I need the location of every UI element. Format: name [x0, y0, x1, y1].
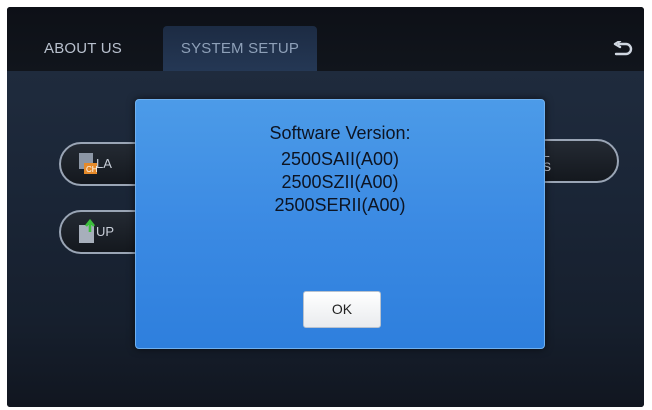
language-button-label: LA [96, 156, 112, 171]
ok-button[interactable]: OK [303, 291, 381, 328]
back-arrow-icon[interactable] [613, 41, 633, 59]
tab-system-setup[interactable]: SYSTEM SETUP [163, 26, 317, 72]
tab-bar: ABOUT US SYSTEM SETUP [7, 7, 644, 72]
device-screen: ABOUT US SYSTEM SETUP CH LA UP AL [7, 7, 644, 407]
version-line-1: 2500SAII(A00) [280, 149, 400, 169]
dialog-title: Software Version: [269, 123, 411, 143]
version-line-3: 2500SERII(A00) [274, 195, 406, 215]
version-dialog: Software Version: 2500SAII(A00) 2500SZII… [135, 99, 545, 349]
version-line-2: 2500SZII(A00) [281, 172, 399, 192]
tab-about-us[interactable]: ABOUT US [33, 26, 133, 72]
update-button-label: UP [96, 224, 115, 239]
